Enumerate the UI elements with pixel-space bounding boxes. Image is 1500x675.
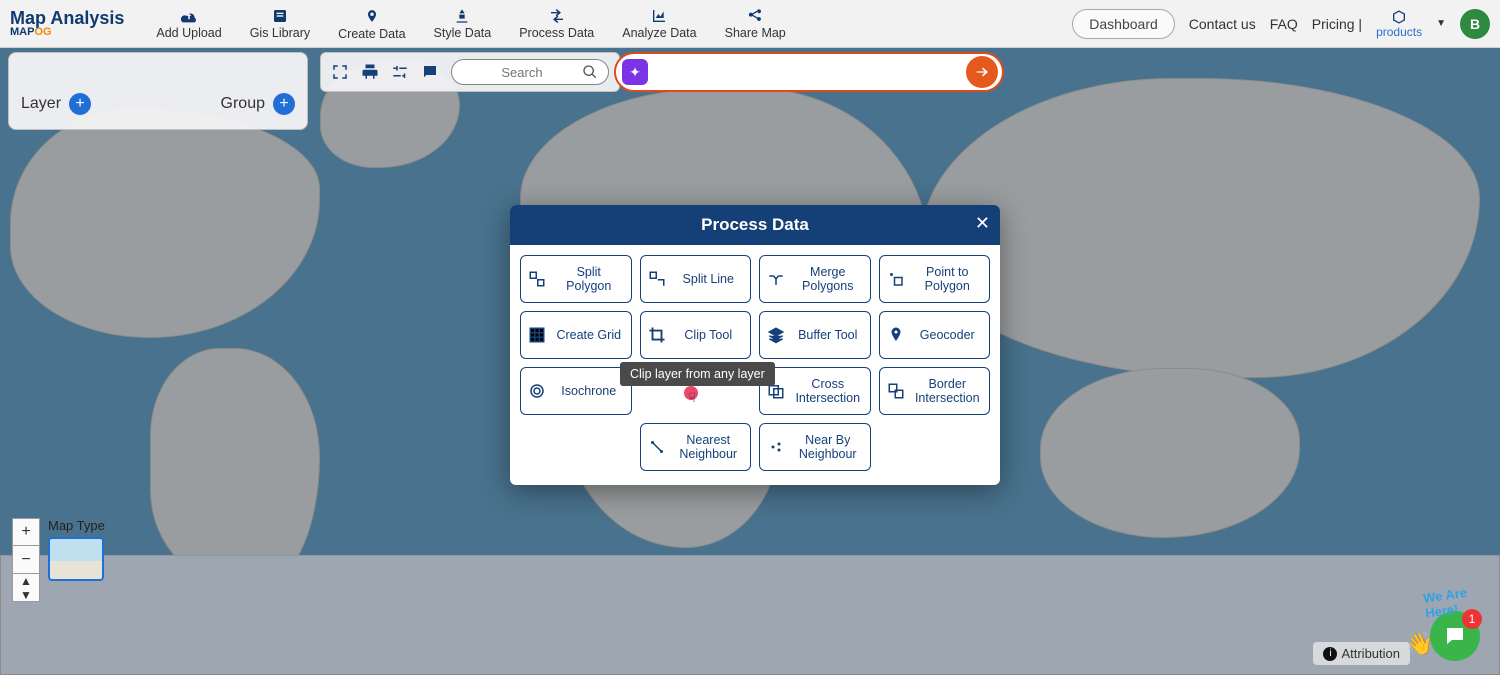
map-type-picker: Map Type: [48, 518, 105, 581]
point-polygon-icon: [886, 270, 906, 288]
search-field[interactable]: [451, 59, 609, 85]
cloud-upload-icon: [179, 8, 199, 24]
comments-icon[interactable]: [421, 63, 439, 81]
top-right-group: Dashboard Contact us FAQ Pricing | produ…: [1072, 9, 1490, 39]
tool-border-intersection[interactable]: Border Intersection: [879, 367, 991, 415]
nearby-neighbour-icon: [766, 438, 786, 456]
faq-link[interactable]: FAQ: [1270, 16, 1298, 32]
tool-split-line[interactable]: Split Line: [640, 255, 752, 303]
tool-clip-tool[interactable]: Clip Tool: [640, 311, 752, 359]
tool-buffer-tool[interactable]: Buffer Tool: [759, 311, 871, 359]
split-line-icon: [647, 270, 667, 288]
buffer-icon: [766, 326, 786, 344]
tool-isochrone[interactable]: Isochrone: [520, 367, 632, 415]
nav-analyze-data[interactable]: Analyze Data: [608, 4, 710, 44]
sliders-icon[interactable]: [391, 63, 409, 81]
zoom-in-button[interactable]: +: [12, 518, 40, 546]
print-icon[interactable]: [361, 63, 379, 81]
brand-title: Map Analysis: [10, 9, 124, 27]
wave-icon: 👋: [1406, 631, 1433, 657]
analyze-icon: [650, 8, 668, 24]
pin-icon: [365, 7, 379, 25]
nav-share-map[interactable]: Share Map: [711, 4, 800, 44]
attribution-badge[interactable]: i Attribution: [1313, 642, 1410, 665]
ai-command-bar[interactable]: ✦: [614, 52, 1004, 92]
split-polygon-icon: [527, 270, 547, 288]
layer-panel: Layer + Group +: [8, 52, 308, 130]
chat-widget[interactable]: We Are Here! 👋 1: [1430, 611, 1480, 661]
chat-badge: 1: [1462, 609, 1482, 629]
search-input[interactable]: [462, 65, 582, 80]
tool-split-polygon[interactable]: Split Polygon: [520, 255, 632, 303]
process-data-modal: Process Data ✕ Split Polygon Split Line …: [510, 205, 1000, 485]
tool-cross-intersection[interactable]: Cross Intersection: [759, 367, 871, 415]
nav-add-upload[interactable]: Add Upload: [142, 4, 235, 44]
geocoder-icon: [886, 326, 906, 344]
top-nav: Map Analysis MAPOG Add Upload Gis Librar…: [0, 0, 1500, 48]
group-label: Group: [221, 95, 265, 113]
modal-title: Process Data: [701, 215, 809, 235]
crop-icon: [647, 326, 667, 344]
dashboard-button[interactable]: Dashboard: [1072, 9, 1175, 39]
tool-geocoder[interactable]: Geocoder: [879, 311, 991, 359]
products-menu[interactable]: products: [1376, 9, 1422, 39]
tool-nearest-neighbour[interactable]: Nearest Neighbour: [640, 423, 752, 471]
process-icon: [548, 8, 566, 24]
grid-icon: [527, 326, 547, 344]
contact-link[interactable]: Contact us: [1189, 16, 1256, 32]
brand: Map Analysis MAPOG: [10, 9, 124, 38]
nearest-neighbour-icon: [647, 438, 667, 456]
tool-merge-polygons[interactable]: Merge Polygons: [759, 255, 871, 303]
caret-down-icon[interactable]: ▼: [1436, 18, 1446, 29]
sparkle-icon: ✦: [622, 59, 648, 85]
cube-icon: [1390, 9, 1408, 25]
zoom-controls: + − ▲▼: [12, 518, 40, 602]
border-intersection-icon: [886, 382, 906, 400]
style-icon: [453, 8, 471, 24]
pricing-link[interactable]: Pricing |: [1312, 16, 1362, 32]
tool-nearby-neighbour[interactable]: Near By Neighbour: [759, 423, 871, 471]
add-group-button[interactable]: +: [273, 93, 295, 115]
map-type-label: Map Type: [48, 518, 105, 533]
submit-arrow-button[interactable]: [966, 56, 998, 88]
info-icon: i: [1323, 647, 1337, 661]
modal-header: Process Data ✕: [510, 205, 1000, 245]
nav-gis-library[interactable]: Gis Library: [236, 4, 324, 44]
nav-create-data[interactable]: Create Data: [324, 3, 419, 45]
nav-style-data[interactable]: Style Data: [420, 4, 506, 44]
fullscreen-icon[interactable]: [331, 63, 349, 81]
tooltip: Clip layer from any layer: [620, 362, 775, 386]
share-icon: [747, 8, 763, 24]
compass-button[interactable]: ▲▼: [12, 574, 40, 602]
nav-process-data[interactable]: Process Data: [505, 4, 608, 44]
cursor-pointer-icon: ☟: [688, 390, 696, 406]
zoom-out-button[interactable]: −: [12, 546, 40, 574]
map-type-thumb[interactable]: [48, 537, 104, 581]
modal-close-button[interactable]: ✕: [975, 213, 990, 234]
tool-create-grid[interactable]: Create Grid: [520, 311, 632, 359]
tool-point-to-polygon[interactable]: Point to Polygon: [879, 255, 991, 303]
brand-subtitle: MAPOG: [10, 27, 52, 38]
map-toolbar: [320, 52, 620, 92]
merge-icon: [766, 270, 786, 288]
isochrone-icon: [527, 382, 547, 400]
user-avatar[interactable]: B: [1460, 9, 1490, 39]
library-icon: [271, 8, 289, 24]
search-icon: [582, 64, 598, 80]
add-layer-button[interactable]: +: [69, 93, 91, 115]
layer-label: Layer: [21, 95, 61, 113]
